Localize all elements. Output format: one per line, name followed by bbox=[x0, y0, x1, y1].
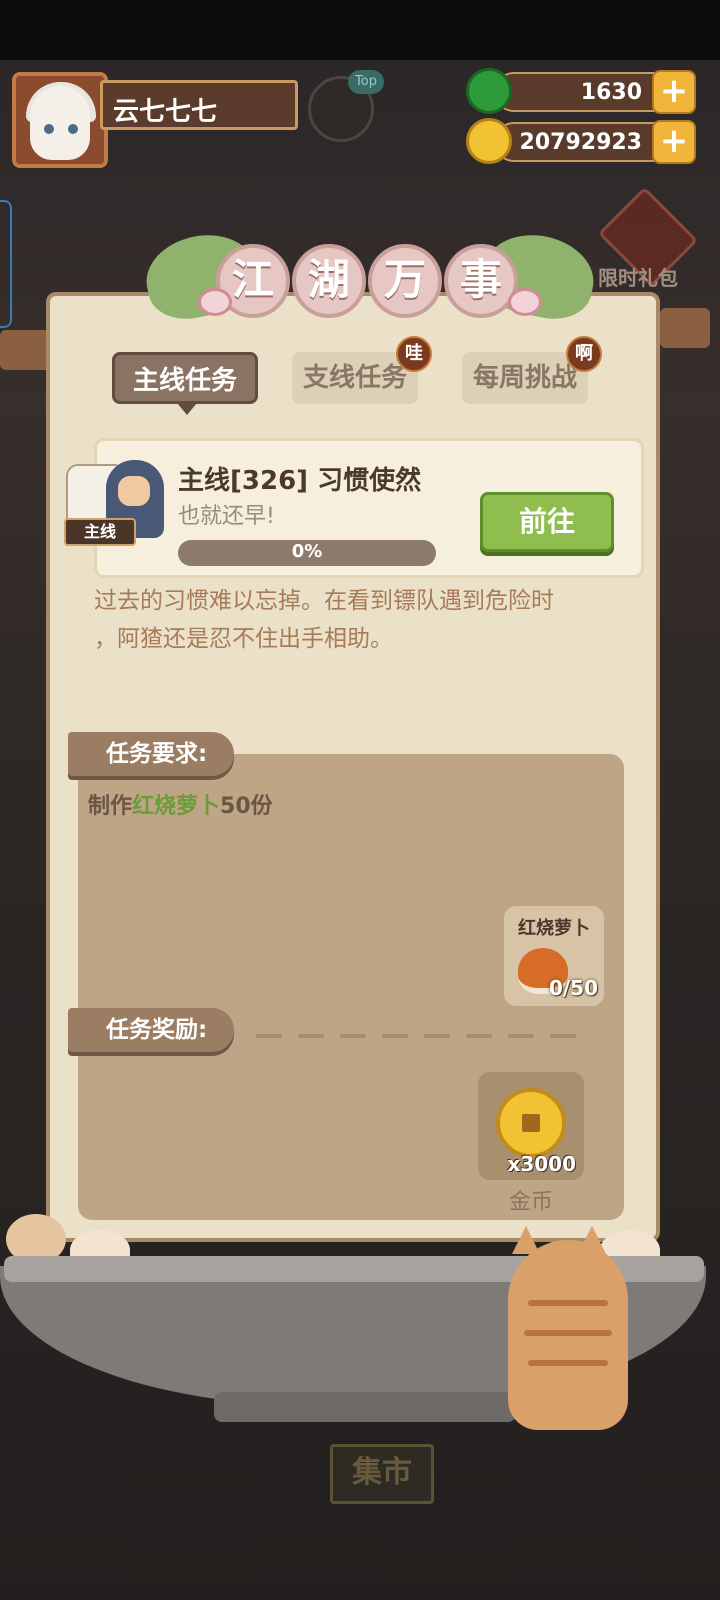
divider-dash bbox=[256, 1034, 282, 1038]
player-avatar[interactable] bbox=[12, 72, 108, 168]
market-button[interactable]: 集市 bbox=[330, 1444, 434, 1504]
scroll-roller-left bbox=[0, 330, 50, 370]
divider-dash bbox=[466, 1034, 492, 1038]
required-item-count: 0/50 bbox=[548, 976, 598, 1000]
coin-value: 20792923 bbox=[519, 130, 642, 155]
tab-side-quest[interactable]: 支线任务 哇 bbox=[292, 336, 432, 404]
required-item-name: 红烧萝卜 bbox=[518, 918, 590, 939]
tab-label: 支线任务 bbox=[302, 363, 407, 393]
fishcake-decoration bbox=[508, 288, 542, 316]
divider-dash bbox=[340, 1034, 366, 1038]
tab-weekly-challenge[interactable]: 每周挑战 啊 bbox=[462, 336, 602, 404]
description-line: 过去的习惯难以忘掉。在看到镖队遇到危险时 bbox=[94, 588, 554, 614]
coin-icon bbox=[466, 118, 512, 164]
coin-counter: 20792923 + bbox=[466, 118, 696, 164]
progress-text: 0% bbox=[291, 541, 323, 562]
player-name-box[interactable]: 云七七七 bbox=[100, 80, 298, 130]
reward-item-card[interactable]: x3000 bbox=[478, 1072, 584, 1180]
bowl-base bbox=[214, 1392, 516, 1422]
title-char: 事 bbox=[444, 244, 518, 318]
avatar-eye bbox=[68, 124, 78, 134]
tab-label: 主线任务 bbox=[132, 366, 237, 396]
cat-stripe bbox=[528, 1300, 608, 1306]
reward-name: 金币 bbox=[508, 1190, 553, 1215]
cat-stripe bbox=[524, 1330, 612, 1336]
description-line: ，阿猹还是忍不住出手相助。 bbox=[94, 626, 393, 652]
quest-description: 过去的习惯难以忘掉。在看到镖队遇到危险时 ，阿猹还是忍不住出手相助。 bbox=[94, 582, 614, 658]
quest-title: 主线[326] 习惯使然 bbox=[178, 466, 422, 496]
avatar-face bbox=[30, 86, 90, 160]
rewards-header: 任务奖励: bbox=[68, 1008, 234, 1052]
divider-dash bbox=[298, 1034, 324, 1038]
gift-label: 限时礼包 bbox=[598, 266, 678, 290]
notification-badge: 啊 bbox=[566, 336, 602, 372]
player-name: 云七七七 bbox=[113, 97, 218, 127]
divider-dash bbox=[508, 1034, 534, 1038]
divider-dash bbox=[550, 1034, 576, 1038]
scroll-roller-right bbox=[660, 308, 710, 348]
cat-stripe bbox=[528, 1360, 608, 1366]
requirement-suffix: 50份 bbox=[220, 794, 273, 819]
title-char: 万 bbox=[368, 244, 442, 318]
divider-dash bbox=[424, 1034, 450, 1038]
add-jade-button[interactable]: + bbox=[652, 70, 696, 114]
panel-title: 江 湖 万 事 bbox=[138, 225, 602, 336]
jade-icon bbox=[466, 68, 512, 114]
go-button[interactable]: 前往 bbox=[480, 492, 614, 552]
side-panel-edge[interactable] bbox=[0, 200, 12, 328]
add-coin-button[interactable]: + bbox=[652, 120, 696, 164]
required-item-card[interactable]: 红烧萝卜 0/50 bbox=[504, 906, 604, 1006]
jade-counter: 1630 + bbox=[466, 68, 696, 114]
quest-type-tag: 主线 bbox=[64, 518, 136, 546]
quest-subtitle: 也就还早! bbox=[178, 504, 275, 529]
requirements-header: 任务要求: bbox=[68, 732, 234, 776]
cat-mascot bbox=[508, 1240, 628, 1430]
tab-main-quest[interactable]: 主线任务 bbox=[112, 352, 258, 415]
requirement-item: 红烧萝卜 bbox=[132, 794, 221, 819]
quest-progress-bar: 0% bbox=[178, 540, 436, 566]
requirement-prefix: 制作 bbox=[88, 794, 133, 819]
top-badge: Top bbox=[348, 70, 384, 94]
notification-badge: 哇 bbox=[396, 336, 432, 372]
gold-coin-icon bbox=[496, 1088, 566, 1158]
requirement-text: 制作红烧萝卜50份 bbox=[88, 788, 273, 820]
tab-label: 每周挑战 bbox=[472, 363, 577, 393]
limited-gift-button[interactable]: 限时礼包 bbox=[592, 186, 699, 304]
fishcake-decoration bbox=[198, 288, 232, 316]
divider-dash bbox=[382, 1034, 408, 1038]
avatar-eye bbox=[44, 124, 54, 134]
jade-value: 1630 bbox=[580, 80, 642, 105]
title-char: 湖 bbox=[292, 244, 366, 318]
reward-count: x3000 bbox=[507, 1152, 576, 1176]
